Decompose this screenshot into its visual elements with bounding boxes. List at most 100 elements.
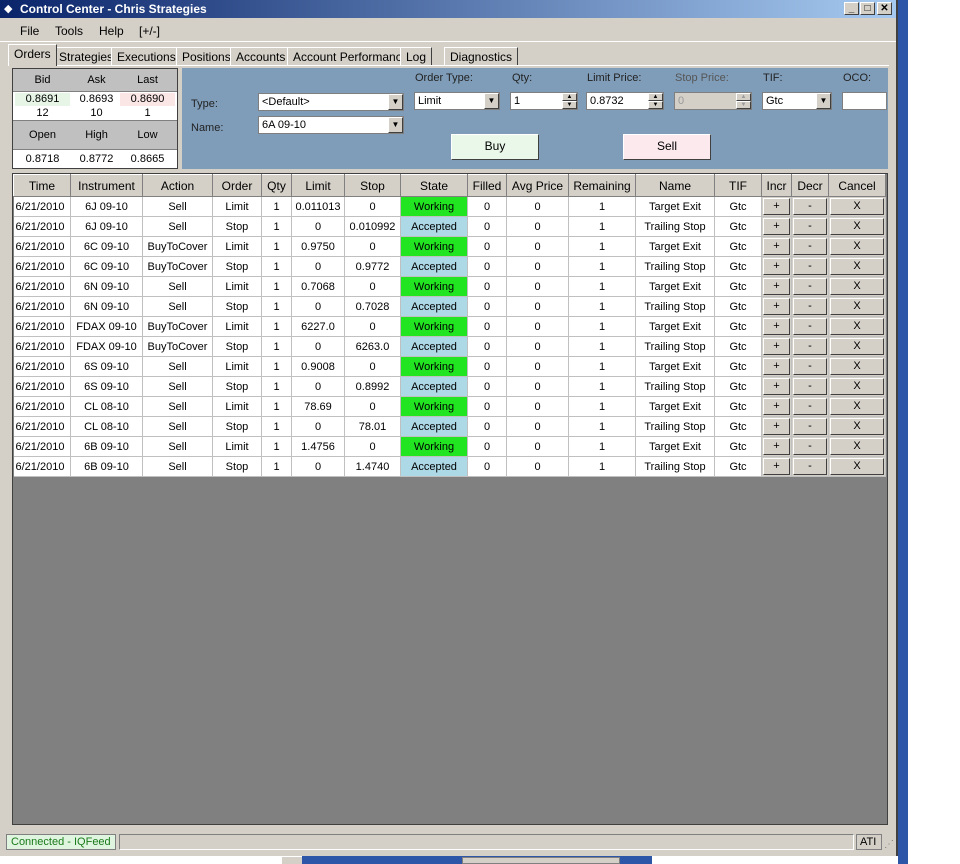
decrement-button[interactable]: - xyxy=(793,298,827,315)
table-row[interactable]: 6/21/2010 6S 09-10 Sell Limit 1 0.9008 0 Workin… xyxy=(13,356,886,377)
column-header-order[interactable]: Order xyxy=(212,174,262,197)
column-header-incr[interactable]: Incr xyxy=(761,174,792,197)
decrement-button[interactable]: - xyxy=(793,418,827,435)
cancel-order-button[interactable]: X xyxy=(830,458,884,475)
column-header-remaining[interactable]: Remaining xyxy=(568,174,636,197)
decrement-button[interactable]: - xyxy=(793,398,827,415)
decrement-button[interactable]: - xyxy=(793,358,827,375)
chevron-down-icon[interactable]: ▼ xyxy=(388,94,403,110)
menu-file[interactable]: File xyxy=(20,24,39,38)
decrement-button[interactable]: - xyxy=(793,238,827,255)
chevron-down-icon[interactable]: ▼ xyxy=(816,93,831,109)
order-type-select[interactable]: Limit ▼ xyxy=(414,92,500,110)
cancel-order-button[interactable]: X xyxy=(830,238,884,255)
increment-icon[interactable]: ▲ xyxy=(648,93,663,101)
increment-button[interactable]: + xyxy=(763,378,790,395)
tab-orders[interactable]: Orders xyxy=(8,44,57,66)
cancel-order-button[interactable]: X xyxy=(830,358,884,375)
increment-button[interactable]: + xyxy=(763,338,790,355)
decrement-button[interactable]: - xyxy=(793,338,827,355)
resize-grip-icon[interactable]: ⋰ xyxy=(884,839,894,850)
decrement-button[interactable]: - xyxy=(793,278,827,295)
menu-tools[interactable]: Tools xyxy=(55,24,83,38)
table-row[interactable]: 6/21/2010 6N 09-10 Sell Stop 1 0 0.7028 Accepte… xyxy=(13,296,886,317)
decrement-button[interactable]: - xyxy=(793,218,827,235)
decrement-button[interactable]: - xyxy=(793,318,827,335)
tab-log[interactable]: Log xyxy=(400,47,433,66)
tab-account-performance[interactable]: Account Performance xyxy=(287,47,415,66)
decrement-icon[interactable]: ▼ xyxy=(648,101,663,109)
decrement-button[interactable]: - xyxy=(793,378,827,395)
qty-stepper[interactable]: 1 ▲ ▼ xyxy=(510,92,578,110)
increment-button[interactable]: + xyxy=(763,358,790,375)
minimize-button[interactable]: _ xyxy=(844,2,859,15)
table-row[interactable]: 6/21/2010 6S 09-10 Sell Stop 1 0 0.8992 Accepte… xyxy=(13,376,886,397)
table-row[interactable]: 6/21/2010 6C 09-10 BuyToCover Stop 1 0 0.9772 A… xyxy=(13,256,886,277)
cancel-order-button[interactable]: X xyxy=(830,278,884,295)
decrement-icon[interactable]: ▼ xyxy=(562,101,577,109)
table-row[interactable]: 6/21/2010 6B 09-10 Sell Limit 1 1.4756 0 Workin… xyxy=(13,436,886,457)
decrement-button[interactable]: - xyxy=(793,438,827,455)
column-header-avg-price[interactable]: Avg Price xyxy=(506,174,569,197)
increment-button[interactable]: + xyxy=(763,458,790,475)
cancel-order-button[interactable]: X xyxy=(830,398,884,415)
increment-icon[interactable]: ▲ xyxy=(562,93,577,101)
chevron-down-icon[interactable]: ▼ xyxy=(388,117,403,133)
tab-executions[interactable]: Executions xyxy=(111,47,182,66)
title-bar[interactable]: ◆ Control Center - Chris Strategies _ □ … xyxy=(0,0,896,18)
table-row[interactable]: 6/21/2010 6J 09-10 Sell Limit 1 0.011013 0 Work… xyxy=(13,196,886,217)
cancel-order-button[interactable]: X xyxy=(830,338,884,355)
decrement-button[interactable]: - xyxy=(793,198,827,215)
column-header-action[interactable]: Action xyxy=(142,174,213,197)
cancel-order-button[interactable]: X xyxy=(830,298,884,315)
cancel-order-button[interactable]: X xyxy=(830,378,884,395)
cancel-order-button[interactable]: X xyxy=(830,198,884,215)
increment-button[interactable]: + xyxy=(763,398,790,415)
table-row[interactable]: 6/21/2010 CL 08-10 Sell Stop 1 0 78.01 Accepted… xyxy=(13,416,886,437)
increment-button[interactable]: + xyxy=(763,418,790,435)
increment-button[interactable]: + xyxy=(763,438,790,455)
column-header-instrument[interactable]: Instrument xyxy=(70,174,143,197)
increment-button[interactable]: + xyxy=(763,238,790,255)
menu-expand[interactable]: [+/-] xyxy=(139,24,160,38)
table-row[interactable]: 6/21/2010 6C 09-10 BuyToCover Limit 1 0.9750 0… xyxy=(13,236,886,257)
column-header-stop[interactable]: Stop xyxy=(344,174,401,197)
increment-button[interactable]: + xyxy=(763,198,790,215)
limit-price-stepper[interactable]: 0.8732 ▲ ▼ xyxy=(586,92,664,110)
buy-button[interactable]: Buy xyxy=(451,134,539,160)
chevron-down-icon[interactable]: ▼ xyxy=(484,93,499,109)
column-header-tif[interactable]: TIF xyxy=(714,174,762,197)
cancel-order-button[interactable]: X xyxy=(830,318,884,335)
table-row[interactable]: 6/21/2010 FDAX 09-10 BuyToCover Limit 1 6227.… xyxy=(13,316,886,337)
increment-button[interactable]: + xyxy=(763,318,790,335)
close-button[interactable]: ✕ xyxy=(877,2,892,15)
sell-button[interactable]: Sell xyxy=(623,134,711,160)
tab-diagnostics[interactable]: Diagnostics xyxy=(444,47,519,66)
type-select[interactable]: <Default> ▼ xyxy=(258,93,404,111)
column-header-state[interactable]: State xyxy=(400,174,468,197)
decrement-button[interactable]: - xyxy=(793,258,827,275)
instrument-select[interactable]: 6A 09-10 ▼ xyxy=(258,116,404,134)
tab-positions[interactable]: Positions xyxy=(176,47,237,66)
increment-button[interactable]: + xyxy=(763,258,790,275)
column-header-qty[interactable]: Qty xyxy=(261,174,292,197)
menu-help[interactable]: Help xyxy=(99,24,124,38)
column-header-cancel[interactable]: Cancel xyxy=(828,174,886,197)
increment-button[interactable]: + xyxy=(763,278,790,295)
table-row[interactable]: 6/21/2010 CL 08-10 Sell Limit 1 78.69 0 Working… xyxy=(13,396,886,417)
table-row[interactable]: 6/21/2010 6B 09-10 Sell Stop 1 0 1.4740 Accepte… xyxy=(13,456,886,477)
table-row[interactable]: 6/21/2010 FDAX 09-10 BuyToCover Stop 1 0 6263.… xyxy=(13,336,886,357)
column-header-name[interactable]: Name xyxy=(635,174,715,197)
maximize-button[interactable]: □ xyxy=(860,2,875,15)
increment-button[interactable]: + xyxy=(763,218,790,235)
table-row[interactable]: 6/21/2010 6J 09-10 Sell Stop 1 0 0.010992 Accep… xyxy=(13,216,886,237)
tab-accounts[interactable]: Accounts xyxy=(230,47,292,66)
oco-input[interactable] xyxy=(842,92,887,110)
cancel-order-button[interactable]: X xyxy=(830,438,884,455)
cancel-order-button[interactable]: X xyxy=(830,218,884,235)
tif-select[interactable]: Gtc ▼ xyxy=(762,92,832,110)
increment-button[interactable]: + xyxy=(763,298,790,315)
column-header-time[interactable]: Time xyxy=(13,174,71,197)
column-header-filled[interactable]: Filled xyxy=(467,174,507,197)
table-row[interactable]: 6/21/2010 6N 09-10 Sell Limit 1 0.7068 0 Workin… xyxy=(13,276,886,297)
